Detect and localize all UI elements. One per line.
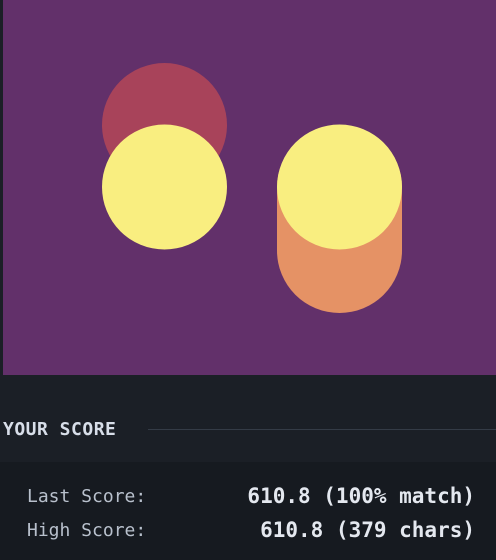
last-score-value: 610.8 (100% match) bbox=[247, 484, 475, 508]
high-score-value: 610.8 (379 chars) bbox=[260, 518, 475, 542]
left-yellow-circle-shape bbox=[102, 124, 227, 250]
last-score-row: Last Score: 610.8 (100% match) bbox=[0, 484, 496, 514]
last-score-label: Last Score: bbox=[27, 486, 147, 507]
score-header: YOUR SCORE bbox=[0, 412, 496, 446]
high-score-row: High Score: 610.8 (379 chars) bbox=[0, 518, 496, 548]
high-score-label: High Score: bbox=[27, 520, 147, 541]
target-canvas bbox=[3, 0, 496, 375]
game-page: YOUR SCORE Last Score: 610.8 (100% match… bbox=[0, 0, 496, 560]
score-title: YOUR SCORE bbox=[3, 418, 117, 440]
right-yellow-circle-shape bbox=[277, 124, 402, 250]
score-panel: Last Score: 610.8 (100% match) High Scor… bbox=[0, 462, 496, 560]
score-divider bbox=[148, 429, 496, 430]
target-drawing bbox=[102, 63, 402, 313]
